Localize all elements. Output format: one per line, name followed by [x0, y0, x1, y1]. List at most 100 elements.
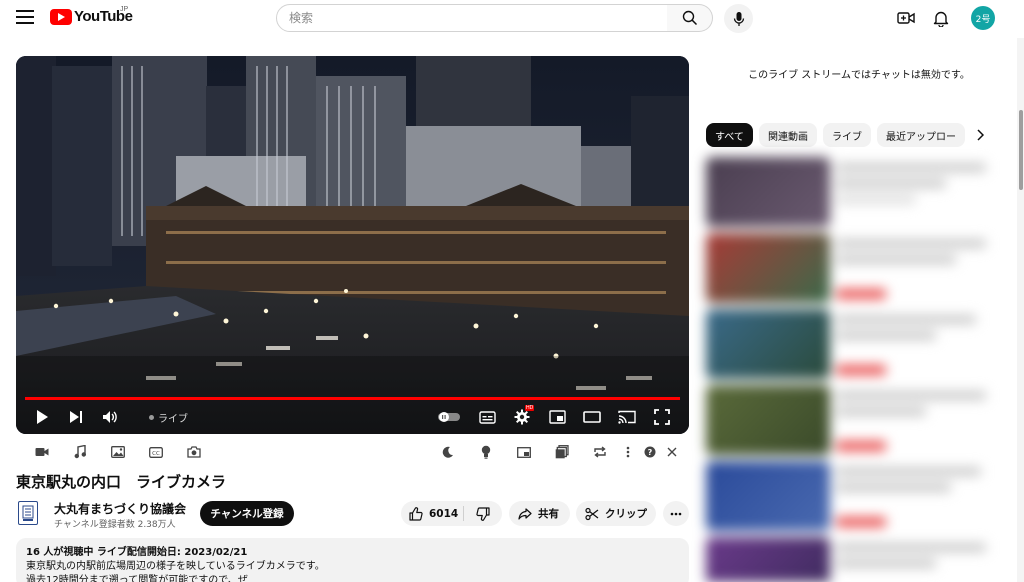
help-button[interactable]: ?: [642, 444, 658, 460]
live-indicator[interactable]: ライブ: [149, 410, 188, 425]
popup-player-button[interactable]: [516, 444, 532, 460]
dark-mode-button[interactable]: [440, 444, 456, 460]
create-video-icon: [897, 12, 915, 24]
loop-icon: [594, 446, 606, 458]
recommended-video[interactable]: [702, 383, 1016, 457]
stack-button[interactable]: [554, 444, 570, 460]
live-badge: [836, 365, 886, 375]
recommended-thumbnail: [706, 461, 830, 531]
recommended-video[interactable]: [702, 307, 1016, 381]
masthead: YouTube JP 2号: [0, 0, 1024, 38]
subscribe-button[interactable]: チャンネル登録: [200, 501, 294, 526]
dislike-button[interactable]: [464, 501, 502, 526]
description-line: 東京駅丸の内駅前広場周辺の様子を映しているライブカメラです。: [26, 561, 325, 572]
captions-button[interactable]: CC: [148, 444, 164, 460]
page-scrollbar-thumb[interactable]: [1019, 110, 1023, 190]
chat-disabled-message: このライブ ストリームではチャットは無効です。: [748, 70, 970, 81]
like-button[interactable]: 6014: [401, 501, 462, 526]
thumbs-up-icon: [409, 506, 423, 521]
more-vertical-icon: [626, 446, 630, 458]
next-button[interactable]: [66, 407, 86, 427]
channel-subscriber-count: チャンネル登録者数 2.38万人: [54, 520, 176, 530]
recommended-meta-placeholder: [836, 331, 936, 340]
recommended-video[interactable]: [702, 155, 1016, 229]
clip-button[interactable]: クリップ: [576, 501, 656, 526]
thumbs-down-icon: [476, 506, 490, 521]
recommended-meta-placeholder: [836, 483, 951, 492]
loop-button[interactable]: [592, 444, 608, 460]
share-button[interactable]: 共有: [509, 501, 570, 526]
recommended-video[interactable]: [702, 231, 1016, 305]
screenshot-button[interactable]: [186, 444, 202, 460]
subtitles-button[interactable]: [477, 407, 497, 427]
play-icon: [37, 410, 48, 424]
account-avatar[interactable]: 2号: [971, 6, 995, 30]
search-input[interactable]: [277, 5, 667, 31]
recommended-video[interactable]: [702, 535, 1016, 582]
music-button[interactable]: [72, 444, 88, 460]
fullscreen-button[interactable]: [652, 407, 672, 427]
stack-icon: [555, 445, 569, 459]
recommended-meta-placeholder: [836, 559, 936, 568]
extension-toolbar: CC ?: [16, 441, 689, 463]
fullscreen-icon: [654, 409, 670, 425]
settings-button[interactable]: HD: [512, 405, 535, 427]
recommended-title-placeholder: [836, 391, 986, 400]
video-player[interactable]: ライブ HD: [16, 56, 689, 434]
cast-button[interactable]: [617, 407, 637, 427]
live-badge: [836, 441, 886, 451]
voice-search-button[interactable]: [724, 4, 753, 33]
search-box: [276, 4, 668, 32]
description-box[interactable]: 16 人が視聴中 ライブ配信開始日: 2023/02/21 東京駅丸の内駅前広場…: [16, 538, 689, 582]
video-title: 東京駅丸の内口 ライブカメラ: [16, 473, 227, 491]
recommended-title-placeholder: [836, 467, 981, 476]
recommended-title-placeholder: [836, 163, 986, 172]
miniplayer-icon: [548, 410, 566, 424]
autoplay-toggle[interactable]: [437, 407, 461, 427]
music-note-icon: [74, 445, 86, 459]
recommended-title-placeholder: [836, 543, 986, 552]
chip-recent-uploads[interactable]: 最近アップロー: [877, 123, 965, 147]
like-count: 6014: [429, 507, 459, 520]
filter-chips: すべて 関連動画 ライブ 最近アップロー: [706, 123, 996, 147]
more-actions-button[interactable]: [663, 501, 689, 526]
channel-name[interactable]: 大丸有まちづくり協議会: [54, 500, 186, 517]
create-button[interactable]: [896, 8, 916, 28]
recommended-video[interactable]: [702, 459, 1016, 533]
video-frame: [16, 56, 689, 434]
chips-next-button[interactable]: [971, 126, 989, 144]
miniplayer-button[interactable]: [547, 407, 567, 427]
menu-icon[interactable]: [16, 10, 34, 26]
image-button[interactable]: [110, 444, 126, 460]
hd-badge: HD: [525, 405, 535, 411]
recommended-thumbnail: [706, 233, 830, 303]
notifications-button[interactable]: [931, 8, 951, 28]
description-line: 過去12時間分まで遡って閲覧が可能ですので、ぜ: [26, 575, 248, 582]
chevron-right-icon: [977, 129, 984, 141]
cast-icon: [618, 410, 636, 424]
close-extension-button[interactable]: [664, 444, 680, 460]
recommended-meta-placeholder: [836, 195, 916, 204]
mute-button[interactable]: [100, 407, 120, 427]
volume-icon: [103, 411, 117, 423]
close-icon: [667, 447, 677, 457]
lightbulb-button[interactable]: [478, 444, 494, 460]
svg-text:CC: CC: [152, 451, 160, 457]
autoplay-toggle-icon: [438, 412, 460, 422]
theater-mode-button[interactable]: [582, 407, 602, 427]
search-icon: [682, 10, 697, 26]
live-badge: [836, 517, 886, 527]
chip-related[interactable]: 関連動画: [759, 123, 817, 147]
recommended-thumbnail: [706, 157, 830, 227]
progress-bar[interactable]: [25, 397, 680, 400]
play-button[interactable]: [32, 407, 52, 427]
channel-avatar[interactable]: [18, 501, 38, 525]
extension-menu-button[interactable]: [620, 444, 636, 460]
recommended-meta-placeholder: [836, 255, 956, 264]
moon-icon: [442, 446, 453, 458]
search-button[interactable]: [667, 4, 713, 32]
video-camera-button[interactable]: [34, 444, 50, 460]
chip-live[interactable]: ライブ: [823, 123, 871, 147]
recommended-thumbnail: [706, 309, 830, 379]
chip-all[interactable]: すべて: [706, 123, 753, 147]
